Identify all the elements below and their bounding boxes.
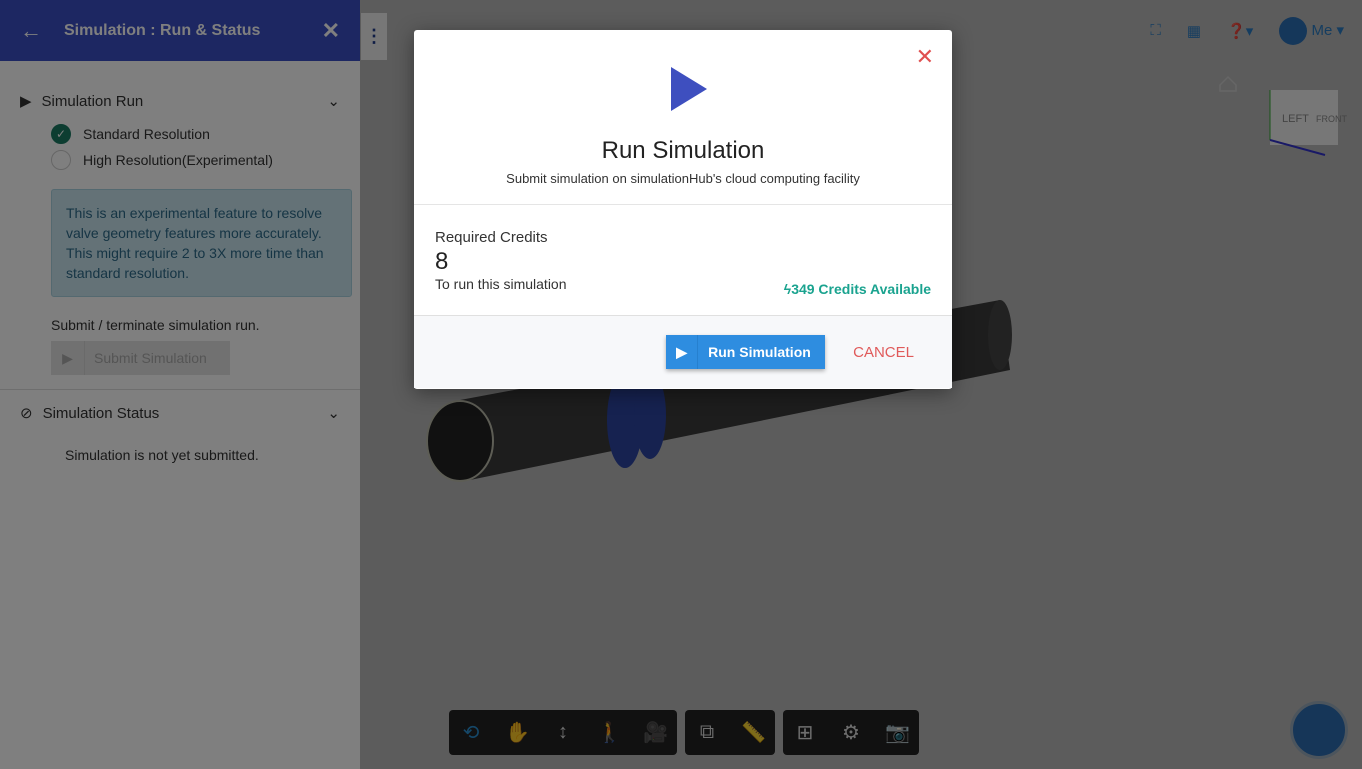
required-credits-value: 8	[435, 248, 449, 275]
button-label: Run Simulation	[708, 344, 811, 360]
dialog-subtitle: Submit simulation on simulationHub's clo…	[506, 171, 860, 186]
play-icon	[671, 67, 707, 111]
credits-available-text: 349 Credits Available	[791, 281, 931, 297]
required-credits-label: Required Credits	[435, 229, 548, 246]
run-simulation-dialog: ✕ Run Simulation Submit simulation on si…	[414, 30, 952, 389]
dialog-title: Run Simulation	[601, 137, 765, 164]
cancel-button[interactable]: CANCEL	[853, 344, 914, 361]
close-icon[interactable]: ✕	[916, 44, 934, 70]
play-icon: ▶	[666, 335, 699, 369]
run-simulation-button[interactable]: ▶ Run Simulation	[666, 335, 826, 369]
credits-available: ϟ349 Credits Available	[784, 281, 931, 297]
